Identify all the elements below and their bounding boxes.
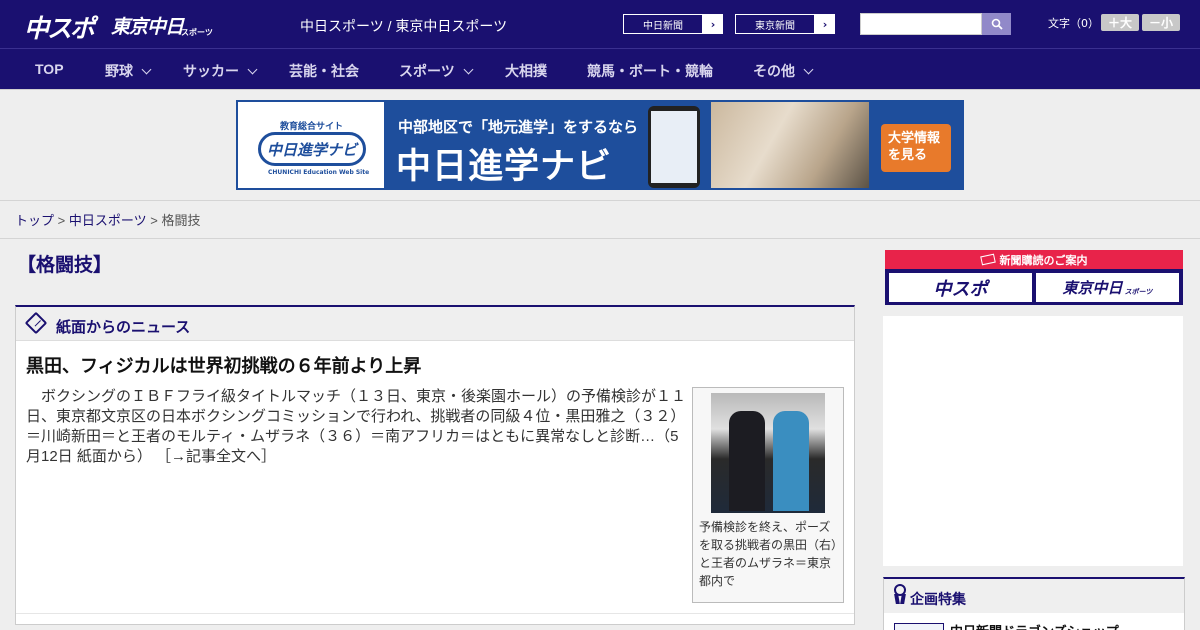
- chevron-right-icon: ›: [710, 17, 716, 31]
- chevron-down-icon: [141, 64, 152, 74]
- breadcrumb-separator: >: [150, 213, 158, 228]
- nav-label: 大相撲: [505, 63, 547, 79]
- subscription-title-text: 新聞購読のご案内: [999, 253, 1088, 267]
- banner-title: 中日進学ナビ: [396, 147, 613, 187]
- chunichi-shimbun-link[interactable]: 中日新聞 ›: [622, 13, 724, 35]
- banner-cta-line1: 大学情報: [888, 131, 941, 146]
- search-button[interactable]: [982, 13, 1011, 35]
- article-summary: ボクシングのＩＢＦフライ級タイトルマッチ（１３日、東京・後楽園ホール）の予備検診…: [26, 387, 686, 467]
- ribbon-icon: [894, 584, 906, 606]
- article-more-link[interactable]: ［→記事全文へ］: [156, 448, 276, 465]
- banner-cta-button[interactable]: 大学情報 を見る: [881, 124, 951, 172]
- chevron-down-icon: [803, 64, 814, 74]
- tokyo-chunichi-logo-sub: スポーツ: [181, 28, 213, 37]
- search-icon: [991, 18, 1003, 30]
- nav-label: スポーツ: [399, 63, 455, 79]
- banner-cta-line2: を見る: [888, 148, 928, 163]
- news-section-title: 紙面からのニュース: [56, 318, 191, 336]
- banner-students-photo: [711, 102, 869, 188]
- tokyo-shimbun-link[interactable]: 東京新聞 ›: [734, 13, 836, 35]
- feature-item-thumbnail[interactable]: [894, 623, 944, 630]
- sidebar-ad-slot: [883, 316, 1183, 566]
- banner-logo-sub: CHUNICHI Education Web Site: [268, 169, 370, 176]
- photo-caption: 予備検診を終え、ポーズを取る挑戦者の黒田（右）と王者のムザラネ＝東京都内で: [699, 520, 838, 588]
- chevron-down-icon: [247, 64, 258, 74]
- nav-label: その他: [753, 63, 795, 79]
- nav-item-sumo[interactable]: 大相撲: [505, 61, 547, 81]
- nav-item-other[interactable]: その他: [753, 61, 814, 81]
- chunichi-shimbun-label: 中日新聞: [623, 14, 703, 34]
- feature-title: 企画特集: [910, 592, 966, 608]
- shingaku-navi-banner[interactable]: 教育総合サイト 中日進学ナビ CHUNICHI Education Web Si…: [236, 100, 964, 190]
- main-nav: TOP 野球 サッカー 芸能・社会 スポーツ 大相撲 競馬・ボート・競輪 その他: [0, 48, 1200, 89]
- nav-label: TOP: [35, 61, 64, 77]
- nav-item-baseball[interactable]: 野球: [105, 61, 152, 81]
- nav-label: サッカー: [183, 63, 239, 79]
- banner-phone-image: [648, 106, 700, 188]
- top-header: 中スポ 東京中日 スポーツ 中日スポーツ / 東京中日スポーツ 中日新聞 › 東…: [0, 0, 1200, 48]
- nav-item-soccer[interactable]: サッカー: [183, 61, 258, 81]
- page-title: 【格闘技】: [17, 254, 113, 276]
- feature-item-link[interactable]: 中日新聞ドラゴンズショップ: [950, 621, 1119, 630]
- article-photo-box: 予備検診を終え、ポーズを取る挑戦者の黒田（右）と王者のムザラネ＝東京都内で: [692, 387, 844, 603]
- nav-label: 競馬・ボート・競輪: [587, 63, 713, 79]
- chevron-down-icon: [463, 64, 474, 74]
- subscribe-tokyo-label: 東京中日: [1062, 279, 1123, 297]
- news-section: 紙面からのニュース 黒田、フィジカルは世界初挑戦の６年前より上昇 ボクシングのＩ…: [15, 305, 855, 625]
- font-size-label: 文字（0）: [1048, 17, 1099, 30]
- breadcrumb-top-link[interactable]: トップ: [15, 213, 54, 228]
- breadcrumb-chunichi-sports-link[interactable]: 中日スポーツ: [69, 213, 147, 228]
- feature-header: 企画特集: [884, 579, 1184, 613]
- divider: [0, 200, 1200, 201]
- nav-label: 芸能・社会: [289, 63, 359, 79]
- nav-item-sports[interactable]: スポーツ: [399, 61, 474, 81]
- breadcrumb-current: 格闘技: [161, 213, 201, 228]
- banner-logo-top: 教育総合サイト: [280, 122, 344, 132]
- subscription-title: 新聞購読のご案内: [885, 250, 1183, 269]
- feature-section: 企画特集 中日新聞ドラゴンズショップ: [883, 577, 1185, 630]
- article-title-link[interactable]: 黒田、フィジカルは世界初挑戦の６年前より上昇: [26, 352, 421, 378]
- tokyo-chunichi-logo[interactable]: 東京中日: [111, 12, 184, 39]
- divider: [0, 238, 1200, 239]
- article-photo[interactable]: [711, 393, 825, 513]
- breadcrumb: トップ > 中日スポーツ > 格闘技: [15, 210, 200, 229]
- nav-label: 野球: [105, 63, 133, 79]
- subscription-box: 新聞購読のご案内 中スポ 東京中日 スポーツ: [885, 250, 1183, 305]
- banner-headline: 中部地区で「地元進学」をするなら: [398, 118, 639, 136]
- banner-logo: 教育総合サイト 中日進学ナビ CHUNICHI Education Web Si…: [238, 102, 384, 188]
- nav-item-entertainment[interactable]: 芸能・社会: [289, 61, 359, 81]
- article-body: ボクシングのＩＢＦフライ級タイトルマッチ（１３日、東京・後楽園ホール）の予備検診…: [26, 388, 687, 465]
- news-section-header: 紙面からのニュース: [16, 307, 854, 341]
- nav-divider: [0, 89, 1200, 90]
- font-smaller-button[interactable]: －小: [1142, 14, 1180, 31]
- tokyo-shimbun-label: 東京新聞: [735, 14, 815, 34]
- divider: [16, 613, 854, 614]
- site-name: 中日スポーツ / 東京中日スポーツ: [300, 18, 508, 34]
- nav-item-racing[interactable]: 競馬・ボート・競輪: [587, 61, 713, 81]
- breadcrumb-separator: >: [57, 213, 66, 228]
- chuspo-logo[interactable]: 中スポ: [24, 9, 95, 45]
- search-input[interactable]: [860, 13, 982, 35]
- subscribe-chuspo-button[interactable]: 中スポ: [889, 273, 1032, 302]
- chevron-right-icon: ›: [822, 17, 828, 31]
- newspaper-icon: [24, 311, 48, 335]
- banner-logo-name: 中日進学ナビ: [258, 132, 366, 166]
- subscribe-tokyo-sub: スポーツ: [1124, 287, 1153, 296]
- font-larger-button[interactable]: ＋大: [1101, 14, 1139, 31]
- nav-item-top[interactable]: TOP: [35, 61, 64, 77]
- subscribe-tokyo-chunichi-button[interactable]: 東京中日 スポーツ: [1036, 273, 1179, 302]
- newspaper-icon: [979, 253, 996, 266]
